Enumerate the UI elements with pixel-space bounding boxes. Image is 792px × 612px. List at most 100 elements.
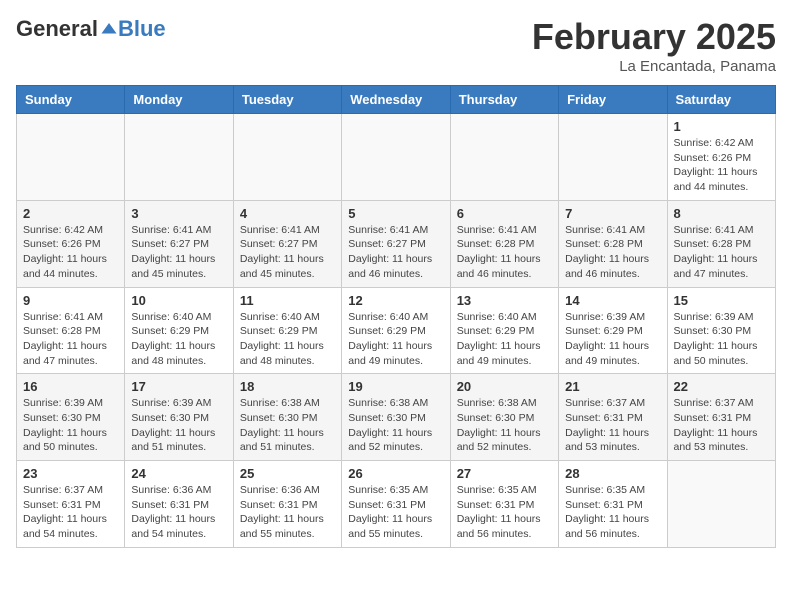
calendar-day-cell: 3 Sunrise: 6:41 AM Sunset: 6:27 PM Daylig… <box>125 200 233 287</box>
day-of-week-header: Friday <box>559 86 667 114</box>
day-info: Sunrise: 6:39 AM Sunset: 6:30 PM Dayligh… <box>23 396 118 455</box>
day-number: 1 <box>674 119 769 134</box>
calendar-day-cell: 2 Sunrise: 6:42 AM Sunset: 6:26 PM Daylig… <box>17 200 125 287</box>
day-info: Sunrise: 6:36 AM Sunset: 6:31 PM Dayligh… <box>131 483 226 542</box>
day-of-week-header: Monday <box>125 86 233 114</box>
day-number: 26 <box>348 466 443 481</box>
day-number: 10 <box>131 293 226 308</box>
calendar-day-cell: 27 Sunrise: 6:35 AM Sunset: 6:31 PM Dayli… <box>450 461 558 548</box>
day-info: Sunrise: 6:38 AM Sunset: 6:30 PM Dayligh… <box>348 396 443 455</box>
day-info: Sunrise: 6:39 AM Sunset: 6:30 PM Dayligh… <box>674 310 769 369</box>
day-number: 15 <box>674 293 769 308</box>
day-number: 8 <box>674 206 769 221</box>
day-info: Sunrise: 6:37 AM Sunset: 6:31 PM Dayligh… <box>23 483 118 542</box>
day-info: Sunrise: 6:41 AM Sunset: 6:27 PM Dayligh… <box>240 223 335 282</box>
calendar-day-cell <box>233 114 341 201</box>
calendar-day-cell: 8 Sunrise: 6:41 AM Sunset: 6:28 PM Daylig… <box>667 200 775 287</box>
day-number: 19 <box>348 379 443 394</box>
day-number: 21 <box>565 379 660 394</box>
calendar-week-row: 1 Sunrise: 6:42 AM Sunset: 6:26 PM Daylig… <box>17 114 776 201</box>
calendar-day-cell <box>450 114 558 201</box>
day-number: 9 <box>23 293 118 308</box>
calendar-day-cell: 14 Sunrise: 6:39 AM Sunset: 6:29 PM Dayli… <box>559 287 667 374</box>
day-number: 22 <box>674 379 769 394</box>
day-info: Sunrise: 6:42 AM Sunset: 6:26 PM Dayligh… <box>23 223 118 282</box>
day-info: Sunrise: 6:38 AM Sunset: 6:30 PM Dayligh… <box>240 396 335 455</box>
day-number: 7 <box>565 206 660 221</box>
calendar-week-row: 9Sunrise: 6:41 AM Sunset: 6:28 PM Daylig… <box>17 287 776 374</box>
day-number: 16 <box>23 379 118 394</box>
day-of-week-header: Saturday <box>667 86 775 114</box>
day-info: Sunrise: 6:38 AM Sunset: 6:30 PM Dayligh… <box>457 396 552 455</box>
day-number: 6 <box>457 206 552 221</box>
day-of-week-header: Thursday <box>450 86 558 114</box>
day-of-week-header: Tuesday <box>233 86 341 114</box>
day-number: 14 <box>565 293 660 308</box>
location-subtitle: La Encantada, Panama <box>532 58 776 75</box>
day-info: Sunrise: 6:41 AM Sunset: 6:28 PM Dayligh… <box>674 223 769 282</box>
day-number: 27 <box>457 466 552 481</box>
day-number: 28 <box>565 466 660 481</box>
day-info: Sunrise: 6:41 AM Sunset: 6:28 PM Dayligh… <box>565 223 660 282</box>
calendar-header-row: SundayMondayTuesdayWednesdayThursdayFrid… <box>17 86 776 114</box>
calendar-day-cell: 10 Sunrise: 6:40 AM Sunset: 6:29 PM Dayli… <box>125 287 233 374</box>
day-of-week-header: Wednesday <box>342 86 450 114</box>
calendar-day-cell: 12Sunrise: 6:40 AM Sunset: 6:29 PM Dayli… <box>342 287 450 374</box>
calendar-day-cell: 13Sunrise: 6:40 AM Sunset: 6:29 PM Dayli… <box>450 287 558 374</box>
day-info: Sunrise: 6:39 AM Sunset: 6:30 PM Dayligh… <box>131 396 226 455</box>
day-number: 24 <box>131 466 226 481</box>
calendar-day-cell: 24 Sunrise: 6:36 AM Sunset: 6:31 PM Dayli… <box>125 461 233 548</box>
day-info: Sunrise: 6:35 AM Sunset: 6:31 PM Dayligh… <box>457 483 552 542</box>
day-number: 25 <box>240 466 335 481</box>
calendar-day-cell: 21 Sunrise: 6:37 AM Sunset: 6:31 PM Dayli… <box>559 374 667 461</box>
day-number: 5 <box>348 206 443 221</box>
day-number: 3 <box>131 206 226 221</box>
day-of-week-header: Sunday <box>17 86 125 114</box>
calendar-day-cell: 5 Sunrise: 6:41 AM Sunset: 6:27 PM Daylig… <box>342 200 450 287</box>
day-info: Sunrise: 6:41 AM Sunset: 6:27 PM Dayligh… <box>348 223 443 282</box>
calendar-day-cell: 23 Sunrise: 6:37 AM Sunset: 6:31 PM Dayli… <box>17 461 125 548</box>
calendar-day-cell: 20 Sunrise: 6:38 AM Sunset: 6:30 PM Dayli… <box>450 374 558 461</box>
day-number: 23 <box>23 466 118 481</box>
calendar-day-cell: 4 Sunrise: 6:41 AM Sunset: 6:27 PM Daylig… <box>233 200 341 287</box>
calendar-day-cell: 26Sunrise: 6:35 AM Sunset: 6:31 PM Dayli… <box>342 461 450 548</box>
day-info: Sunrise: 6:40 AM Sunset: 6:29 PM Dayligh… <box>457 310 552 369</box>
calendar-day-cell: 6 Sunrise: 6:41 AM Sunset: 6:28 PM Daylig… <box>450 200 558 287</box>
day-info: Sunrise: 6:42 AM Sunset: 6:26 PM Dayligh… <box>674 136 769 195</box>
day-number: 4 <box>240 206 335 221</box>
page-header: General Blue February 2025 La Encantada,… <box>16 16 776 75</box>
calendar-day-cell: 22Sunrise: 6:37 AM Sunset: 6:31 PM Dayli… <box>667 374 775 461</box>
calendar-day-cell: 11 Sunrise: 6:40 AM Sunset: 6:29 PM Dayli… <box>233 287 341 374</box>
day-info: Sunrise: 6:41 AM Sunset: 6:28 PM Dayligh… <box>457 223 552 282</box>
calendar-week-row: 2 Sunrise: 6:42 AM Sunset: 6:26 PM Daylig… <box>17 200 776 287</box>
logo-general-text: General <box>16 16 98 42</box>
calendar-day-cell <box>559 114 667 201</box>
calendar-day-cell: 18 Sunrise: 6:38 AM Sunset: 6:30 PM Dayli… <box>233 374 341 461</box>
calendar-day-cell: 15 Sunrise: 6:39 AM Sunset: 6:30 PM Dayli… <box>667 287 775 374</box>
month-title: February 2025 <box>532 16 776 58</box>
day-number: 2 <box>23 206 118 221</box>
day-number: 20 <box>457 379 552 394</box>
day-number: 18 <box>240 379 335 394</box>
calendar-day-cell: 9Sunrise: 6:41 AM Sunset: 6:28 PM Daylig… <box>17 287 125 374</box>
day-info: Sunrise: 6:40 AM Sunset: 6:29 PM Dayligh… <box>131 310 226 369</box>
calendar-day-cell: 28Sunrise: 6:35 AM Sunset: 6:31 PM Dayli… <box>559 461 667 548</box>
calendar-day-cell: 1 Sunrise: 6:42 AM Sunset: 6:26 PM Daylig… <box>667 114 775 201</box>
calendar-day-cell: 19 Sunrise: 6:38 AM Sunset: 6:30 PM Dayli… <box>342 374 450 461</box>
day-info: Sunrise: 6:36 AM Sunset: 6:31 PM Dayligh… <box>240 483 335 542</box>
day-info: Sunrise: 6:40 AM Sunset: 6:29 PM Dayligh… <box>348 310 443 369</box>
calendar-week-row: 16 Sunrise: 6:39 AM Sunset: 6:30 PM Dayli… <box>17 374 776 461</box>
day-info: Sunrise: 6:41 AM Sunset: 6:27 PM Dayligh… <box>131 223 226 282</box>
calendar-week-row: 23 Sunrise: 6:37 AM Sunset: 6:31 PM Dayli… <box>17 461 776 548</box>
title-block: February 2025 La Encantada, Panama <box>532 16 776 75</box>
calendar-day-cell <box>125 114 233 201</box>
day-info: Sunrise: 6:39 AM Sunset: 6:29 PM Dayligh… <box>565 310 660 369</box>
day-number: 11 <box>240 293 335 308</box>
calendar-table: SundayMondayTuesdayWednesdayThursdayFrid… <box>16 85 776 548</box>
day-number: 17 <box>131 379 226 394</box>
day-info: Sunrise: 6:40 AM Sunset: 6:29 PM Dayligh… <box>240 310 335 369</box>
logo-blue-text: Blue <box>118 16 166 42</box>
day-info: Sunrise: 6:37 AM Sunset: 6:31 PM Dayligh… <box>565 396 660 455</box>
calendar-day-cell: 7 Sunrise: 6:41 AM Sunset: 6:28 PM Daylig… <box>559 200 667 287</box>
calendar-day-cell: 16 Sunrise: 6:39 AM Sunset: 6:30 PM Dayli… <box>17 374 125 461</box>
